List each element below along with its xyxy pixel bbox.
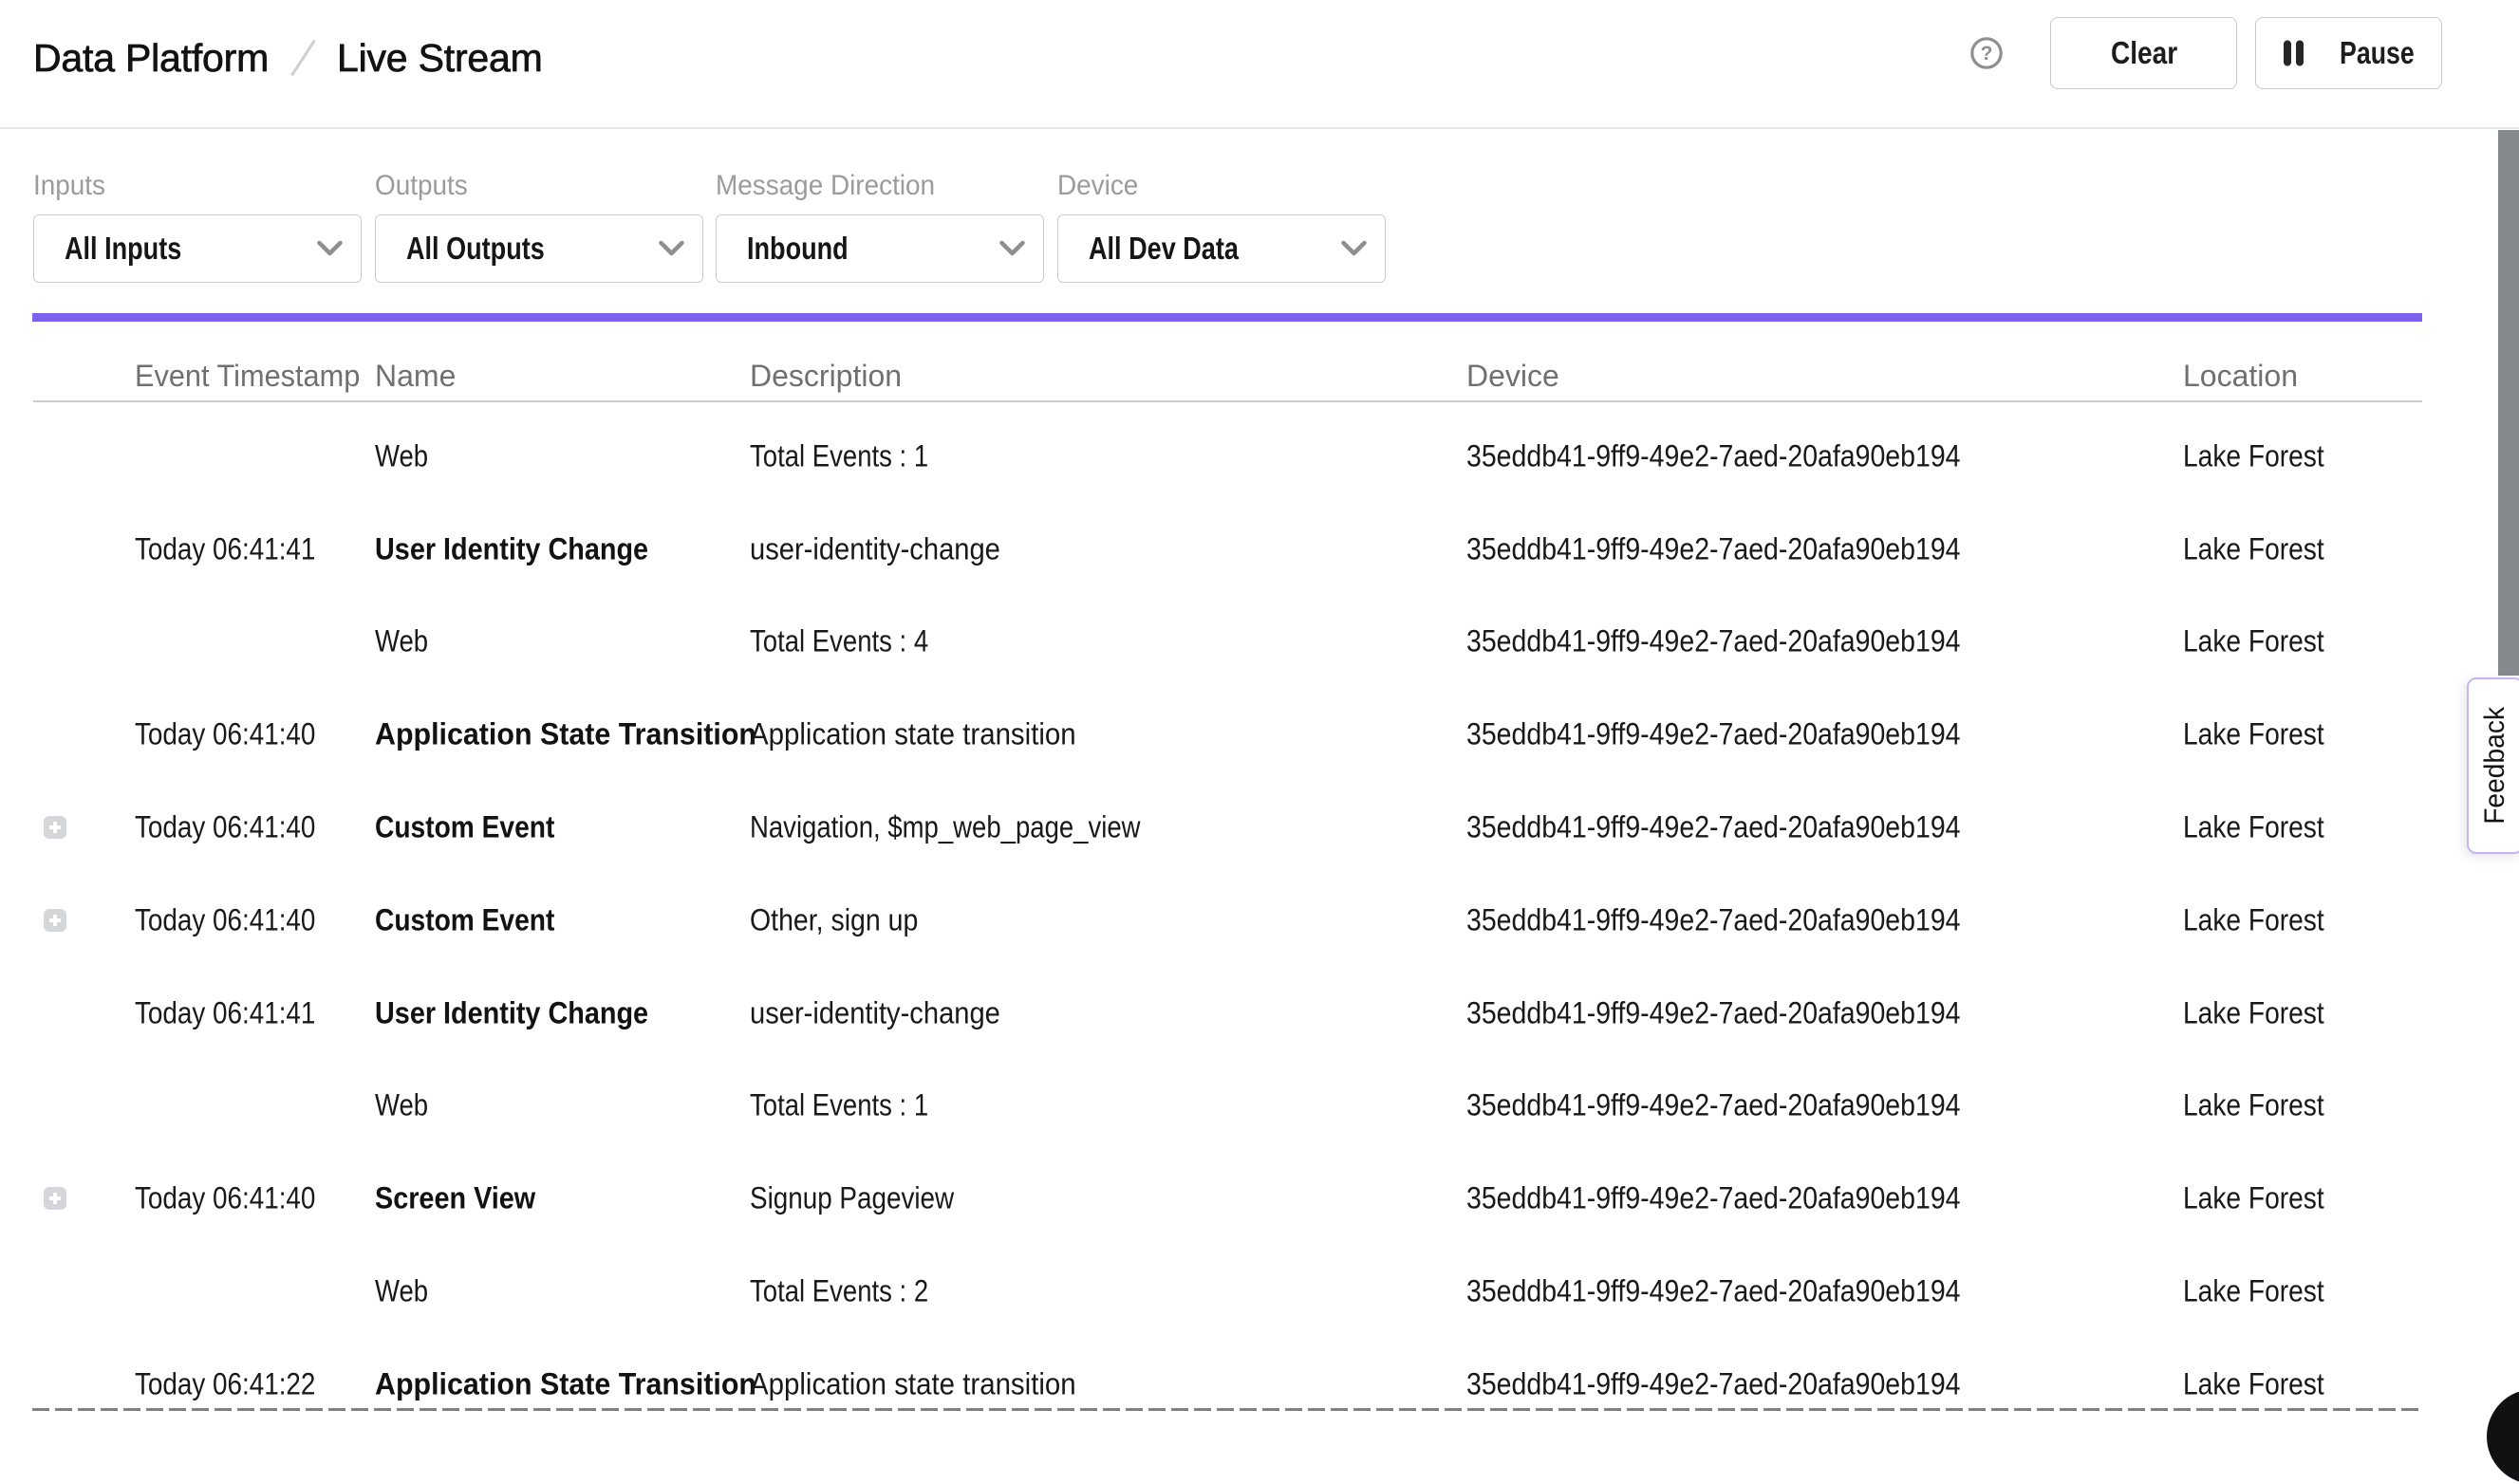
svg-text:?: ? (1981, 43, 1993, 65)
